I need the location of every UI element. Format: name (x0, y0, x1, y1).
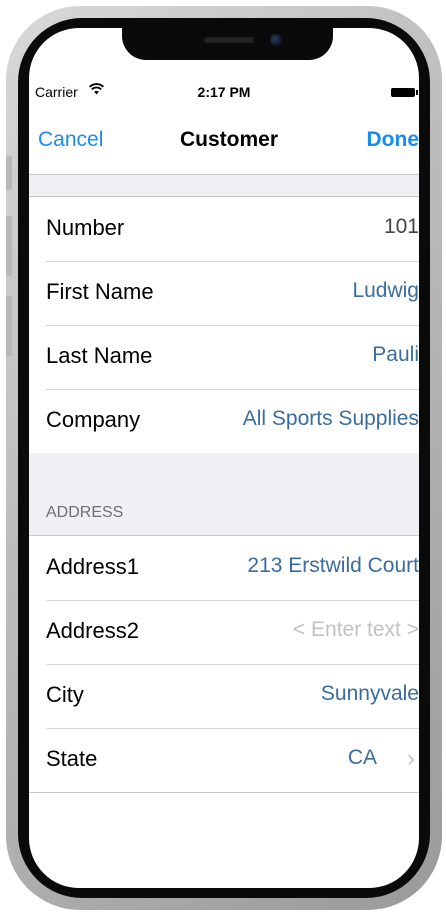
address2-row[interactable]: Address2 < Enter text > (29, 600, 419, 664)
volume-up-button (6, 216, 12, 276)
address1-label: Address1 (46, 554, 139, 579)
notch (122, 28, 333, 60)
company-value[interactable]: All Sports Supplies (243, 407, 419, 431)
volume-down-button (6, 296, 12, 356)
address1-value[interactable]: 213 Erstwild Court (247, 554, 419, 578)
address-section-header: ADDRESS (46, 504, 124, 521)
last-name-row[interactable]: Last Name Pauli (29, 325, 419, 389)
first-name-value[interactable]: Ludwig (352, 279, 419, 303)
section-spacer (29, 175, 419, 196)
navigation-bar: Cancel Customer Done (29, 124, 419, 158)
speaker-grille (204, 37, 254, 43)
first-name-label: First Name (46, 279, 154, 304)
last-name-value[interactable]: Pauli (372, 343, 419, 367)
state-row[interactable]: State CA › (29, 728, 419, 792)
city-value[interactable]: Sunnyvale (321, 682, 419, 706)
first-name-row[interactable]: First Name Ludwig (29, 261, 419, 325)
status-time: 2:17 PM (197, 84, 251, 100)
number-value: 101 (383, 215, 419, 238)
city-row[interactable]: City Sunnyvale (29, 664, 419, 728)
address1-row[interactable]: Address1 213 Erstwild Court (29, 536, 419, 600)
address-section: Address1 213 Erstwild Court Address2 < E… (29, 535, 419, 793)
address2-input[interactable]: < Enter text > (293, 618, 419, 642)
address2-label: Address2 (46, 618, 139, 643)
done-button[interactable]: Done (367, 128, 420, 152)
number-label: Number (46, 215, 125, 240)
state-value[interactable]: CA (348, 746, 377, 770)
address-section-background: ADDRESS (29, 453, 419, 536)
company-label: Company (46, 407, 141, 432)
customer-section: Number 101 First Name Ludwig Last Name P… (29, 196, 419, 454)
number-row[interactable]: Number 101 (29, 197, 419, 261)
side-button (6, 156, 12, 190)
company-row[interactable]: Company All Sports Supplies (29, 389, 419, 453)
screen: Carrier 2:17 PM Cancel Customer Done Num… (29, 28, 419, 888)
chevron-right-icon[interactable]: › (407, 745, 415, 773)
city-label: City (46, 682, 84, 707)
battery-icon (391, 88, 418, 97)
state-label: State (46, 746, 98, 771)
front-camera (270, 34, 282, 46)
page-title: Customer (179, 128, 279, 151)
last-name-label: Last Name (46, 343, 153, 368)
status-bar: Carrier 2:17 PM (29, 83, 419, 106)
